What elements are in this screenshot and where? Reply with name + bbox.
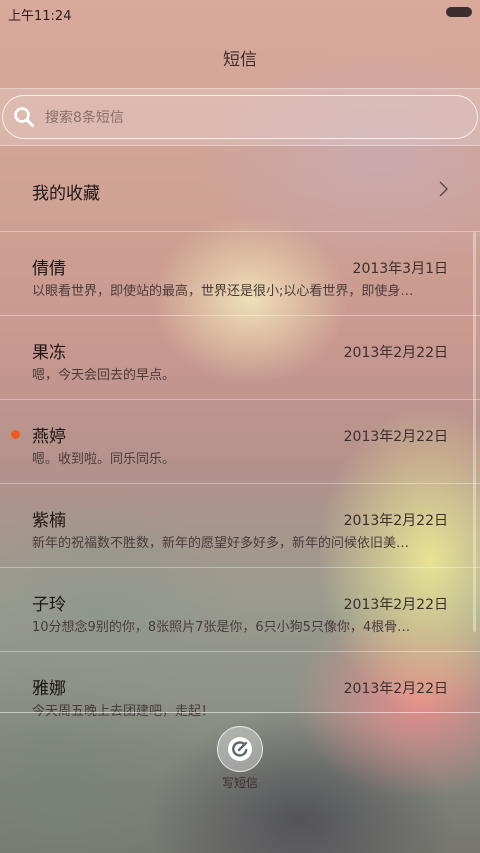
contact-name: 子玲 — [32, 595, 66, 615]
battery-icon — [446, 7, 472, 17]
search-input[interactable] — [43, 105, 447, 131]
compose-label: 写短信 — [221, 776, 258, 790]
contact-name: 雅娜 — [32, 679, 66, 699]
compose-button[interactable] — [217, 726, 263, 772]
unread-indicator — [11, 430, 20, 439]
contact-name: 紫楠 — [32, 511, 66, 531]
message-preview: 以眼看世界，即使站的最高，世界还是很小;以心看世界，即使身… — [32, 284, 414, 299]
conversation-row[interactable]: 雅娜 2013年2月22日 今天周五晚上去团建吧，走起！ — [0, 652, 480, 736]
message-date: 2013年2月22日 — [343, 681, 448, 697]
favorites-item[interactable]: 我的收藏 — [0, 148, 480, 232]
message-date: 2013年2月22日 — [343, 429, 448, 445]
conversation-row[interactable]: 紫楠 2013年2月22日 新年的祝福数不胜数，新年的愿望好多好多，新年的问候依… — [0, 484, 480, 568]
message-preview: 10分想念9别的你，8张照片7张是你，6只小狗5只像你，4根骨… — [32, 620, 411, 635]
contact-name: 果冻 — [32, 343, 66, 363]
message-date: 2013年2月22日 — [343, 513, 448, 529]
message-date: 2013年3月1日 — [352, 261, 448, 277]
message-date: 2013年2月22日 — [343, 597, 448, 613]
search-icon — [14, 107, 34, 127]
message-preview: 新年的祝福数不胜数，新年的愿望好多好多，新年的问候依旧美… — [32, 536, 410, 551]
conversation-row[interactable]: 燕婷 2013年2月22日 嗯。收到啦。同乐同乐。 — [0, 400, 480, 484]
contact-name: 燕婷 — [32, 427, 66, 447]
scrollbar[interactable] — [473, 232, 476, 632]
search-box[interactable] — [2, 95, 478, 139]
contact-name: 倩倩 — [32, 259, 66, 279]
conversation-row[interactable]: 子玲 2013年2月22日 10分想念9别的你，8张照片7张是你，6只小狗5只像… — [0, 568, 480, 652]
search-bar-container — [0, 88, 480, 146]
conversation-row[interactable]: 倩倩 2013年3月1日 以眼看世界，即使站的最高，世界还是很小;以心看世界，即… — [0, 232, 480, 316]
message-preview: 今天周五晚上去团建吧，走起！ — [32, 704, 215, 719]
compose-icon — [228, 737, 252, 761]
conversation-row[interactable]: 果冻 2013年2月22日 嗯，今天会回去的早点。 — [0, 316, 480, 400]
title-bar: 短信 — [0, 28, 480, 86]
message-preview: 嗯，今天会回去的早点。 — [32, 368, 176, 383]
status-bar: 上午11:24 — [0, 0, 480, 28]
favorites-label: 我的收藏 — [32, 184, 100, 204]
message-preview: 嗯。收到啦。同乐同乐。 — [32, 452, 176, 467]
message-date: 2013年2月22日 — [343, 345, 448, 361]
chevron-right-icon — [439, 181, 448, 197]
bottom-divider — [0, 712, 480, 713]
page-title: 短信 — [223, 49, 257, 70]
status-time: 上午11:24 — [8, 9, 72, 24]
